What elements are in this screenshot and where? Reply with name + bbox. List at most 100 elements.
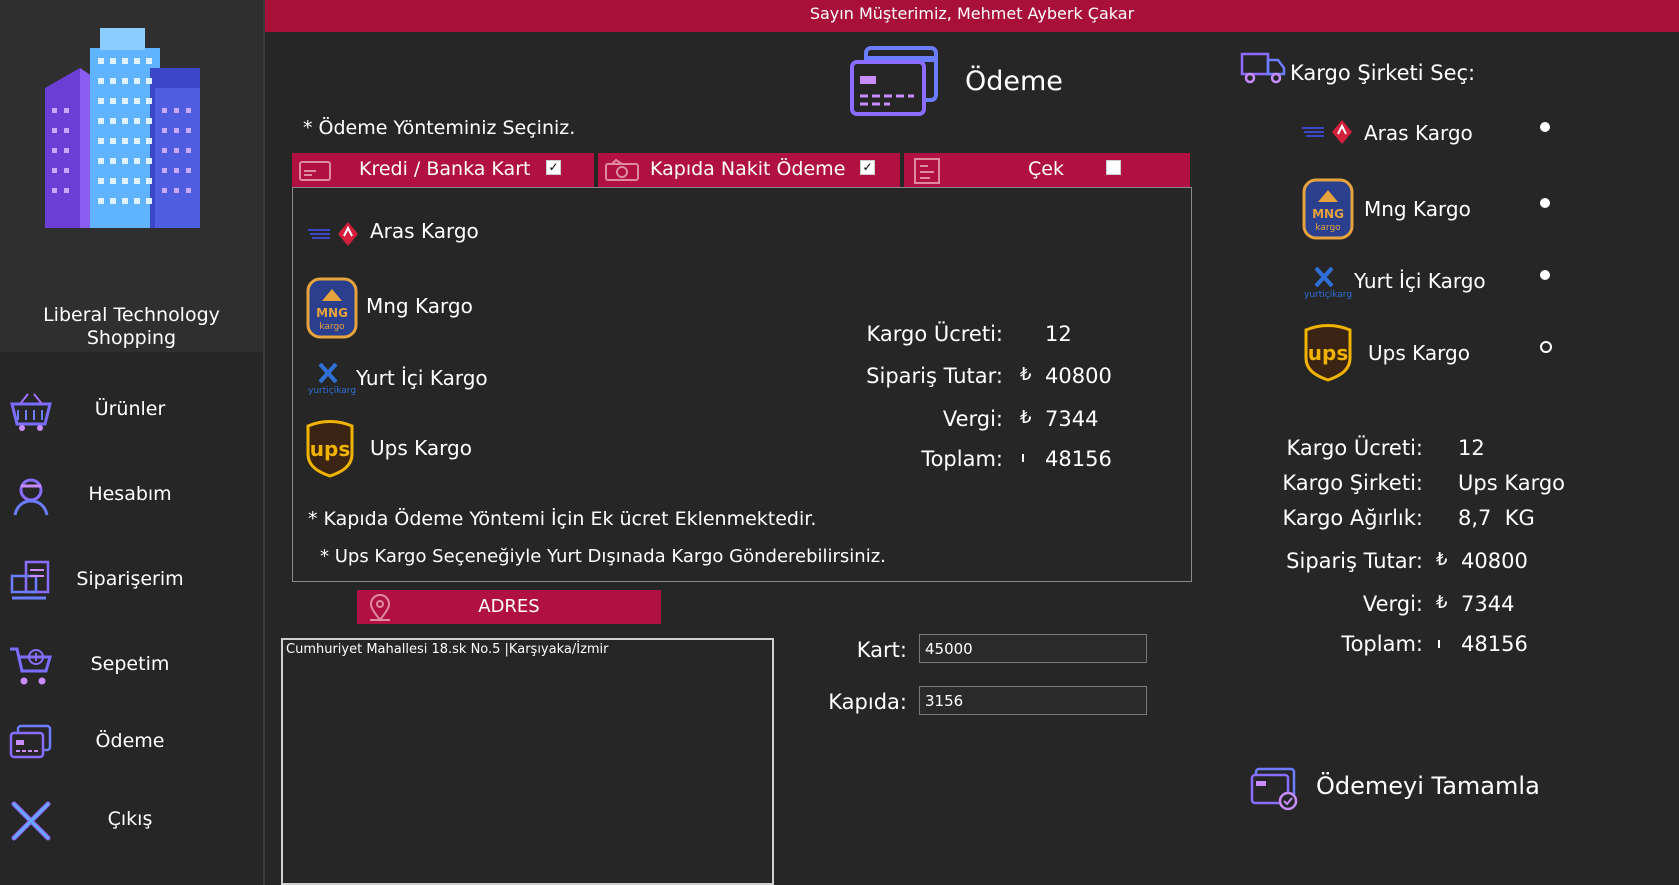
svg-text:kargo: kargo <box>319 322 345 332</box>
currency-symbol: ₺ <box>1020 364 1032 385</box>
cargo-option-label: Yurt İçi Kargo <box>1354 269 1486 293</box>
summary-order-total-label: Sipariş Tutar: <box>1286 549 1423 573</box>
app-name: Liberal Technology Shopping <box>43 304 220 349</box>
credit-card-checkbox[interactable]: ✓ <box>546 160 561 175</box>
svg-text:kargo: kargo <box>1315 223 1341 233</box>
cargo-radio-yurtici[interactable] <box>1540 270 1550 280</box>
cash-icon <box>605 158 639 181</box>
summary-order-total-value: 40800 <box>1461 549 1528 573</box>
cargo-option-label: Mng Kargo <box>1364 197 1471 221</box>
nav-item-siparislerim[interactable]: Siparişerim <box>0 540 263 620</box>
cargo-option-label: Ups Kargo <box>1368 341 1470 365</box>
cart-icon <box>10 647 52 685</box>
summary-tax-label: Vergi: <box>1362 592 1423 616</box>
complete-payment-button[interactable]: Ödemeyi Tamamla <box>1250 762 1570 818</box>
summary-total-label: Toplam: <box>1341 632 1423 656</box>
nav-label: Çıkış <box>107 808 153 830</box>
card-amount-label: Kart: <box>856 638 907 662</box>
tab-cash-on-delivery[interactable]: Kapıda Nakit Ödeme ✓ <box>598 153 900 187</box>
yurtici-logo: yurtiçikargo <box>1304 266 1352 300</box>
cheque-checkbox[interactable] <box>1106 160 1121 175</box>
card-amount-input[interactable] <box>919 634 1147 663</box>
nav-item-cikis[interactable]: Çıkış <box>0 780 263 860</box>
currency-symbol: ₺ <box>1436 549 1448 570</box>
credit-card-icon <box>9 724 52 759</box>
tab-cheque[interactable]: Çek <box>904 153 1190 187</box>
currency-symbol: ₺ <box>1436 592 1448 613</box>
cargo-option-label: Aras Kargo <box>1364 121 1473 145</box>
cargo-radio-ups[interactable] <box>1540 341 1552 353</box>
cargo-radio-aras[interactable] <box>1540 122 1550 132</box>
complete-payment-label: Ödemeyi Tamamla <box>1316 772 1540 800</box>
svg-text:ups: ups <box>1308 341 1348 365</box>
payment-complete-icon <box>1250 767 1298 811</box>
carrier-label: Ups Kargo <box>370 436 472 460</box>
sidebar-brand-area <box>0 0 263 352</box>
carrier-label: Yurt İçi Kargo <box>356 366 488 390</box>
order-total-value: 40800 <box>1045 364 1112 388</box>
nav-item-hesabim[interactable]: Hesabım <box>0 455 263 535</box>
cargo-company-value: Ups Kargo <box>1458 471 1566 495</box>
payment-card-icon <box>850 46 938 116</box>
header-bar: Sayın Müşterimiz, Mehmet Ayberk Çakar <box>265 0 1679 32</box>
note-cash-fee: * Kapıda Ödeme Yöntemi İçin Ek ücret Ekl… <box>308 508 817 530</box>
aras-logo <box>308 222 358 246</box>
address-text: Cumhuriyet Mahallesi 18.sk No.5 |Karşıya… <box>286 642 609 657</box>
user-icon <box>13 478 49 516</box>
orders-icon <box>10 560 50 600</box>
cargo-radio-mng[interactable] <box>1540 198 1550 208</box>
carrier-label: Mng Kargo <box>366 294 473 318</box>
close-icon <box>11 801 51 841</box>
nav-item-urunler[interactable]: Ürünler <box>0 370 263 450</box>
tab-label: Kredi / Banka Kart <box>359 158 531 180</box>
tab-label: Çek <box>1028 158 1064 180</box>
door-amount-label: Kapıda: <box>828 690 907 714</box>
page-title: Ödeme <box>965 66 1063 97</box>
tax-value: 7344 <box>1045 407 1099 431</box>
cash-checkbox[interactable]: ✓ <box>860 160 875 175</box>
shopping-basket-icon <box>10 393 52 431</box>
order-total-label: Sipariş Tutar: <box>866 364 1003 388</box>
total-currency-mark <box>1022 454 1024 462</box>
svg-text:ups: ups <box>310 437 350 461</box>
door-amount-input[interactable] <box>919 686 1147 715</box>
svg-text:MNG: MNG <box>316 306 348 320</box>
nav-label: Siparişerim <box>76 568 184 590</box>
tab-label: Kapıda Nakit Ödeme <box>650 158 846 180</box>
summary-total-currency-mark <box>1438 640 1440 648</box>
address-banner-label: ADRES <box>478 596 540 617</box>
mng-logo: MNG kargo <box>1302 178 1354 240</box>
svg-text:MNG: MNG <box>1312 207 1344 221</box>
yurtici-logo: yurtiçikargo <box>308 362 356 396</box>
cheque-icon <box>914 158 940 184</box>
greeting: Sayın Müşterimiz, Mehmet Ayberk Çakar <box>809 4 1135 23</box>
currency-symbol: ₺ <box>1020 407 1032 428</box>
address-banner: ADRES <box>357 590 661 624</box>
shipping-fee-value: 12 <box>1045 322 1072 346</box>
ups-logo: ups <box>1304 324 1352 382</box>
total-value: 48156 <box>1045 447 1112 471</box>
cargo-fee-label: Kargo Ücreti: <box>1286 436 1423 460</box>
cargo-select-title: Kargo Şirketi Seç: <box>1290 61 1476 85</box>
nav-label: Sepetim <box>90 653 170 675</box>
nav-item-odeme[interactable]: Ödeme <box>0 702 263 782</box>
aras-logo <box>1302 120 1352 144</box>
card-icon <box>299 161 331 181</box>
sidebar-divider <box>263 0 265 885</box>
address-textarea[interactable]: Cumhuriyet Mahallesi 18.sk No.5 |Karşıya… <box>281 638 774 885</box>
cargo-weight-label: Kargo Ağırlık: <box>1282 506 1423 530</box>
total-label: Toplam: <box>921 447 1003 471</box>
cargo-company-label: Kargo Şirketi: <box>1282 471 1423 495</box>
nav-label: Ürünler <box>94 398 166 420</box>
cargo-weight-value: 8,7 KG <box>1458 506 1535 530</box>
truck-icon <box>1240 52 1286 84</box>
ups-logo: ups <box>306 420 354 478</box>
city-logo <box>45 28 200 228</box>
svg-text:yurtiçikargo: yurtiçikargo <box>308 386 356 396</box>
summary-tax-value: 7344 <box>1461 592 1515 616</box>
nav-label: Hesabım <box>88 483 172 505</box>
shipping-fee-label: Kargo Ücreti: <box>866 322 1003 346</box>
tab-credit-card[interactable]: Kredi / Banka Kart ✓ <box>292 153 594 187</box>
tax-label: Vergi: <box>942 407 1003 431</box>
nav-item-sepetim[interactable]: Sepetim <box>0 625 263 705</box>
